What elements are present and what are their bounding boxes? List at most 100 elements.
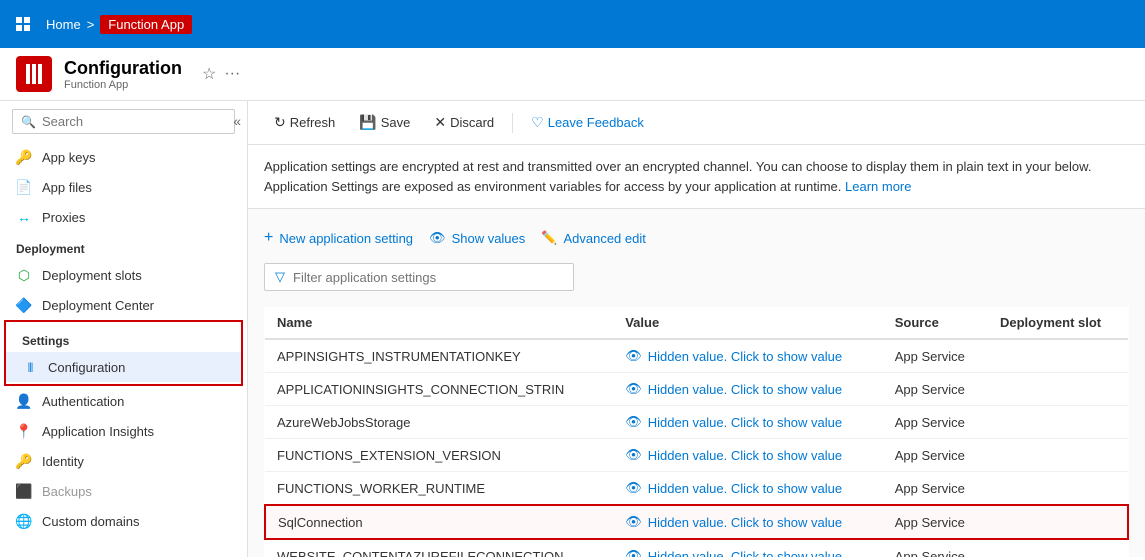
info-text-content: Application settings are encrypted at re… [264, 159, 1091, 194]
setting-slot [988, 439, 1128, 472]
search-icon: 🔍 [21, 115, 36, 129]
col-header-value: Value [613, 307, 883, 339]
refresh-button[interactable]: ↻ Refresh [264, 109, 345, 136]
hidden-value-link[interactable]: 👁Hidden value. Click to show value [625, 548, 871, 557]
save-icon: 💾 [359, 114, 376, 131]
sidebar-label-app-files: App files [42, 180, 92, 195]
sidebar-item-configuration[interactable]: ||| Configuration [6, 352, 241, 382]
sidebar-item-deployment-center[interactable]: 🔷 Deployment Center [0, 290, 247, 320]
hidden-value-link[interactable]: 👁Hidden value. Click to show value [625, 381, 871, 397]
setting-slot [988, 373, 1128, 406]
sidebar-item-application-insights[interactable]: 📍 Application Insights [0, 416, 247, 446]
plus-icon: + [264, 229, 273, 247]
sidebar-label-authentication: Authentication [42, 394, 124, 409]
setting-value[interactable]: 👁Hidden value. Click to show value [613, 406, 883, 439]
setting-name: WEBSITE_CONTENTAZUREFILECONNECTION [265, 539, 613, 557]
learn-more-link[interactable]: Learn more [845, 179, 911, 194]
advanced-edit-label: Advanced edit [563, 231, 645, 246]
content-area: ↻ Refresh 💾 Save ✕ Discard ♡ Leave Feedb… [248, 101, 1145, 557]
setting-slot [988, 472, 1128, 506]
advanced-edit-button[interactable]: ✏️ Advanced edit [541, 226, 646, 250]
col-header-source: Source [883, 307, 988, 339]
hidden-value-link[interactable]: 👁Hidden value. Click to show value [625, 447, 871, 463]
sidebar-item-proxies[interactable]: ↔ Proxies [0, 202, 247, 232]
save-label: Save [381, 115, 411, 130]
favorite-icon[interactable]: ☆ [202, 64, 216, 84]
hidden-value-text: Hidden value. Click to show value [648, 549, 842, 558]
setting-source: App Service [883, 539, 988, 557]
hidden-value-text: Hidden value. Click to show value [648, 481, 842, 496]
settings-table: Name Value Source Deployment slot APPINS… [264, 307, 1129, 557]
setting-value[interactable]: 👁Hidden value. Click to show value [613, 539, 883, 557]
app-logo [16, 17, 30, 31]
sidebar: « 🔍 🔑 App keys 📄 App files ↔ Proxies Dep… [0, 101, 248, 557]
setting-value[interactable]: 👁Hidden value. Click to show value [613, 373, 883, 406]
sidebar-label-custom-domains: Custom domains [42, 514, 140, 529]
show-values-label: Show values [452, 231, 526, 246]
feedback-button[interactable]: ♡ Leave Feedback [521, 109, 654, 136]
hidden-value-text: Hidden value. Click to show value [648, 515, 842, 530]
sidebar-label-app-keys: App keys [42, 150, 95, 165]
setting-name: AzureWebJobsStorage [265, 406, 613, 439]
sidebar-item-app-keys[interactable]: 🔑 App keys [0, 142, 247, 172]
deployment-center-icon: 🔷 [16, 297, 32, 313]
setting-source: App Service [883, 406, 988, 439]
table-row: WEBSITE_CONTENTAZUREFILECONNECTION 👁Hidde… [265, 539, 1128, 557]
sidebar-collapse-button[interactable]: « [227, 109, 247, 133]
table-row: APPINSIGHTS_INSTRUMENTATIONKEY 👁Hidden va… [265, 339, 1128, 373]
filter-input[interactable] [293, 270, 563, 285]
hidden-value-text: Hidden value. Click to show value [648, 415, 842, 430]
app-icon [16, 56, 52, 92]
discard-button[interactable]: ✕ Discard [424, 109, 504, 136]
sidebar-item-identity[interactable]: 🔑 Identity [0, 446, 247, 476]
app-keys-icon: 🔑 [16, 149, 32, 165]
new-setting-label: New application setting [279, 231, 413, 246]
setting-name: FUNCTIONS_WORKER_RUNTIME [265, 472, 613, 506]
col-header-name: Name [265, 307, 613, 339]
feedback-icon: ♡ [531, 114, 544, 131]
info-text: Application settings are encrypted at re… [248, 145, 1145, 209]
save-button[interactable]: 💾 Save [349, 109, 420, 136]
setting-name: APPINSIGHTS_INSTRUMENTATIONKEY [265, 339, 613, 373]
hidden-value-link[interactable]: 👁 Hidden value. Click to show value [625, 480, 871, 496]
setting-value[interactable]: 👁Hidden value. Click to show value [613, 439, 883, 472]
show-values-button[interactable]: 👁 Show values [429, 226, 525, 250]
page-subtitle: Function App [64, 79, 182, 91]
more-options-icon[interactable]: ··· [224, 65, 240, 83]
setting-value[interactable]: 👁Hidden value. Click to show value [613, 339, 883, 373]
action-bar: + New application setting 👁 Show values … [264, 225, 1129, 251]
search-box: 🔍 [12, 109, 235, 134]
breadcrumb-sep: > [87, 17, 95, 32]
setting-source: App Service [883, 373, 988, 406]
table-row: AzureWebJobsStorage 👁Hidden value. Click … [265, 406, 1128, 439]
eye-icon: 👁 [625, 514, 642, 530]
show-values-icon: 👁 [429, 230, 446, 246]
setting-value[interactable]: 👁 Hidden value. Click to show value [613, 505, 883, 539]
sidebar-item-custom-domains[interactable]: 🌐 Custom domains [0, 506, 247, 536]
sidebar-item-app-files[interactable]: 📄 App files [0, 172, 247, 202]
backups-icon: ⬛ [16, 483, 32, 499]
table-row: FUNCTIONS_EXTENSION_VERSION👁Hidden value… [265, 439, 1128, 472]
setting-value[interactable]: 👁 Hidden value. Click to show value [613, 472, 883, 506]
setting-slot [988, 539, 1128, 557]
new-setting-button[interactable]: + New application setting [264, 225, 413, 251]
table-row: FUNCTIONS_WORKER_RUNTIME 👁 Hidden value. C… [265, 472, 1128, 506]
eye-icon: 👁 [625, 348, 642, 364]
app-files-icon: 📄 [16, 179, 32, 195]
refresh-label: Refresh [290, 115, 336, 130]
setting-source: App Service [883, 472, 988, 506]
hidden-value-link[interactable]: 👁Hidden value. Click to show value [625, 414, 871, 430]
setting-source: App Service [883, 339, 988, 373]
advanced-edit-icon: ✏️ [541, 230, 557, 246]
identity-icon: 🔑 [16, 453, 32, 469]
sidebar-item-backups[interactable]: ⬛ Backups [0, 476, 247, 506]
sidebar-item-deployment-slots[interactable]: ⬡ Deployment slots [0, 260, 247, 290]
deployment-slots-icon: ⬡ [16, 267, 32, 283]
breadcrumb-home[interactable]: Home [46, 17, 81, 32]
hidden-value-link[interactable]: 👁 Hidden value. Click to show value [625, 514, 871, 530]
hidden-value-link[interactable]: 👁Hidden value. Click to show value [625, 348, 871, 364]
custom-domains-icon: 🌐 [16, 513, 32, 529]
eye-icon: 👁 [625, 480, 642, 496]
sidebar-item-authentication[interactable]: 👤 Authentication [0, 386, 247, 416]
search-input[interactable] [42, 114, 226, 129]
